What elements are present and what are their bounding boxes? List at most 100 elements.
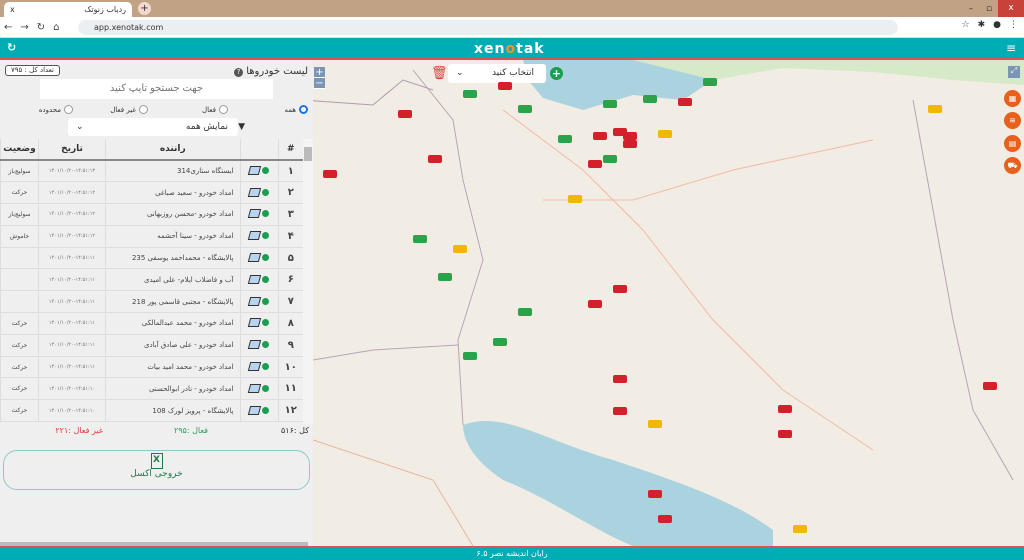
row-status: حرکت: [0, 334, 39, 357]
excel-export-button[interactable]: X خروجی اکسل: [3, 450, 310, 490]
vehicle-marker-icon[interactable]: [453, 245, 467, 253]
extensions-icon[interactable]: ✱: [978, 20, 986, 30]
home-icon[interactable]: ⌂: [53, 22, 59, 33]
vehicle-marker-icon[interactable]: [518, 308, 532, 316]
vehicle-marker-icon[interactable]: [648, 490, 662, 498]
vehicle-marker-icon[interactable]: [463, 90, 477, 98]
driver-name: امداد خودرو - سعید صباغی: [105, 181, 240, 205]
map[interactable]: + − 🗑 انتخاب کنید ⌄ + ⤢ ▦ ≋ ▤ ⛟: [313, 60, 1024, 546]
radio-area[interactable]: محدوده: [39, 105, 73, 114]
vehicle-marker-icon[interactable]: [518, 105, 532, 113]
vehicle-marker-icon[interactable]: [568, 195, 582, 203]
vehicle-marker-icon[interactable]: [983, 382, 997, 390]
vehicle-marker-icon[interactable]: [623, 140, 637, 148]
vehicle-marker-icon[interactable]: [793, 525, 807, 533]
col-number[interactable]: #: [277, 139, 303, 161]
layers-grid-icon[interactable]: ▦: [1004, 90, 1021, 107]
more-icon[interactable]: ⋮: [1009, 20, 1018, 30]
profile-icon[interactable]: ●: [993, 20, 1001, 30]
vehicle-marker-icon[interactable]: [413, 235, 427, 243]
vehicle-marker-icon[interactable]: [678, 98, 692, 106]
table-row[interactable]: ۱ ایستگاه ستاری314 ۱۴۰۱/۱۰/۲۰-۱۴:۵۱:۱۳ س…: [0, 160, 303, 183]
driver-name: امداد خودرو - محمد عبدالمالکی: [105, 312, 240, 335]
vehicle-status-icons: [239, 290, 278, 314]
row-number: ۹: [277, 334, 303, 357]
table-row[interactable]: ۳ امداد خودرو -محسن روزبهانی ۱۴۰۱/۱۰/۲۰-…: [0, 203, 303, 226]
vehicle-marker-icon[interactable]: [778, 405, 792, 413]
vehicle-marker-icon[interactable]: [493, 338, 507, 346]
online-dot-icon: [262, 319, 269, 327]
radio-all[interactable]: همه: [285, 105, 308, 114]
row-number: ۱۰: [277, 356, 303, 379]
vehicle-marker-icon[interactable]: [623, 132, 637, 140]
col-icon: [239, 139, 278, 161]
browser-tab[interactable]: x ردیاب زنوتک: [4, 2, 132, 17]
vehicle-marker-icon[interactable]: [593, 132, 607, 140]
vehicle-marker-icon[interactable]: [613, 375, 627, 383]
vehicle-marker-icon[interactable]: [928, 105, 942, 113]
vehicle-marker-icon[interactable]: [703, 78, 717, 86]
back-icon[interactable]: ←: [4, 22, 12, 33]
vehicle-status-icons: [239, 399, 278, 423]
car-icon[interactable]: ⛟: [1004, 157, 1021, 174]
fullscreen-icon[interactable]: ⤢: [1008, 66, 1020, 78]
vehicle-marker-icon[interactable]: [643, 95, 657, 103]
help-icon[interactable]: ?: [234, 68, 244, 77]
vehicle-table: # راننده تاریخ وضعیت ۱ ایستگاه ستاری314 …: [0, 139, 303, 423]
vehicle-marker-icon[interactable]: [438, 273, 452, 281]
restore-icon[interactable]: ▫: [980, 4, 998, 14]
vehicle-marker-icon[interactable]: [603, 100, 617, 108]
vehicle-marker-icon[interactable]: [498, 82, 512, 90]
table-row[interactable]: ۲ امداد خودرو - سعید صباغی ۱۴۰۱/۱۰/۲۰-۱۴…: [0, 181, 303, 205]
col-driver[interactable]: راننده: [105, 139, 240, 161]
vehicle-marker-icon[interactable]: [398, 110, 412, 118]
reload-icon[interactable]: ↻: [37, 22, 45, 33]
row-number: ۴: [277, 225, 303, 248]
vehicle-marker-icon[interactable]: [323, 170, 337, 178]
tab-close-button[interactable]: x: [10, 5, 15, 14]
forward-icon[interactable]: →: [20, 22, 28, 33]
display-filter-select[interactable]: نمایش همه ⌄: [68, 118, 238, 136]
vehicle-marker-icon[interactable]: [603, 155, 617, 163]
col-date[interactable]: تاریخ: [38, 139, 106, 161]
zoom-out-button[interactable]: −: [314, 78, 325, 89]
new-tab-button[interactable]: +: [138, 2, 151, 15]
vehicle-marker-icon[interactable]: [658, 130, 672, 138]
trash-icon[interactable]: 🗑: [431, 66, 448, 81]
radio-inactive[interactable]: غیر فعال: [110, 105, 148, 114]
report-icon[interactable]: ▤: [1004, 135, 1021, 152]
table-scrollbar[interactable]: [303, 139, 313, 424]
table-row[interactable]: ۸ امداد خودرو - محمد عبدالمالکی ۱۴۰۱/۱۰/…: [0, 312, 303, 335]
vehicle-marker-icon[interactable]: [658, 515, 672, 523]
vehicle-marker-icon[interactable]: [778, 430, 792, 438]
vehicle-marker-icon[interactable]: [558, 135, 572, 143]
vehicle-select[interactable]: انتخاب کنید ⌄: [448, 64, 546, 83]
layers-icon[interactable]: ≋: [1004, 112, 1021, 129]
table-row[interactable]: ۱۲ پالایشگاه - پرویز لورک 108 ۱۴۰۱/۱۰/۲۰…: [0, 399, 303, 423]
minimize-icon[interactable]: –: [962, 4, 980, 14]
table-row[interactable]: ۷ پالایشگاه - مجتبی قاسمی پور 218 ۱۴۰۱/۱…: [0, 290, 303, 314]
star-icon[interactable]: ☆: [962, 20, 970, 30]
table-row[interactable]: ۱۱ امداد خودرو - نادر ابوالحسنی ۱۴۰۱/۱۰/…: [0, 377, 303, 401]
vehicle-marker-icon[interactable]: [588, 160, 602, 168]
table-row[interactable]: ۹ امداد خودرو - علی صادق آبادی ۱۴۰۱/۱۰/۲…: [0, 334, 303, 357]
close-window-icon[interactable]: x: [998, 0, 1024, 17]
vehicle-marker-icon[interactable]: [428, 155, 442, 163]
table-row[interactable]: ۱۰ امداد خودرو - محمد امید بیات ۱۴۰۱/۱۰/…: [0, 356, 303, 379]
vehicle-marker-icon[interactable]: [613, 407, 627, 415]
vehicle-marker-icon[interactable]: [648, 420, 662, 428]
refresh-icon[interactable]: ↻: [7, 41, 16, 54]
zoom-in-button[interactable]: +: [314, 67, 325, 78]
url-input[interactable]: app.xenotak.com: [78, 20, 898, 35]
col-status[interactable]: وضعیت: [0, 139, 39, 161]
add-button[interactable]: +: [550, 67, 563, 80]
search-input[interactable]: [40, 79, 273, 99]
hamburger-menu-icon[interactable]: ≡: [1006, 41, 1016, 55]
vehicle-marker-icon[interactable]: [588, 300, 602, 308]
table-row[interactable]: ۶ آب و فاضلاب ایلام- علی امیدی ۱۴۰۱/۱۰/۲…: [0, 268, 303, 292]
radio-active[interactable]: فعال: [202, 105, 228, 114]
vehicle-marker-icon[interactable]: [613, 285, 627, 293]
vehicle-marker-icon[interactable]: [463, 352, 477, 360]
table-row[interactable]: ۵ پالایشگاه - محمداحمد یوسفی 235 ۱۴۰۱/۱۰…: [0, 247, 303, 270]
table-row[interactable]: ۴ امداد خودرو - سینا آحشمه ۱۴۰۱/۱۰/۲۰-۱۴…: [0, 225, 303, 248]
